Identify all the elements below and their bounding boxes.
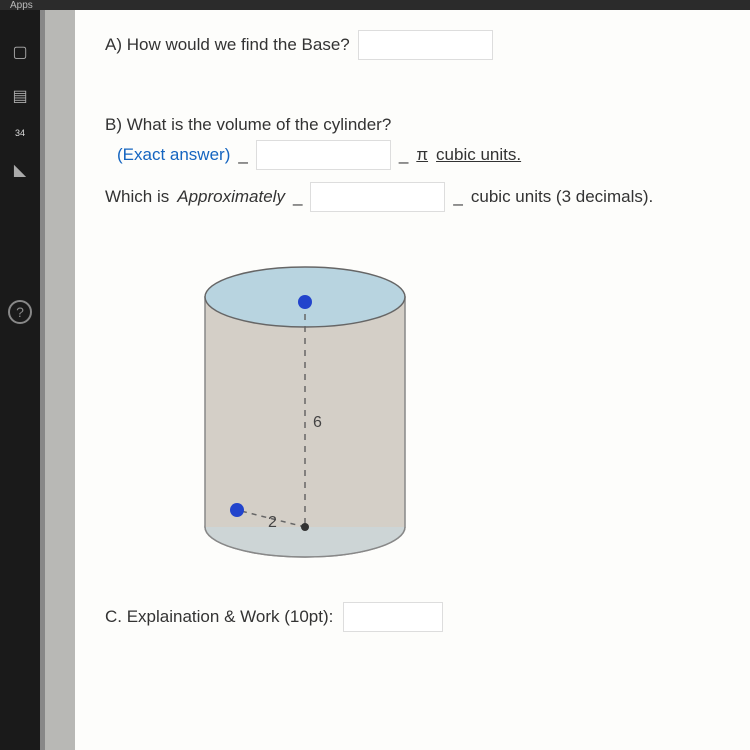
- sidebar-icon-2[interactable]: ▤: [8, 84, 32, 108]
- cylinder-diagram: 6 2: [165, 237, 720, 582]
- question-b-row: B) What is the volume of the cylinder?: [105, 115, 720, 135]
- exact-answer-label: (Exact answer): [117, 145, 230, 165]
- question-a-row: A) How would we find the Base?: [105, 30, 720, 60]
- question-a-text: A) How would we find the Base?: [105, 35, 350, 55]
- question-c-text: C. Explaination & Work (10pt):: [105, 607, 333, 627]
- approx-label: Approximately: [177, 187, 285, 207]
- help-icon[interactable]: ?: [8, 300, 32, 324]
- sidebar-badge: 34: [15, 128, 25, 138]
- cubic-units-1: cubic units.: [436, 145, 521, 165]
- approx-answer-row: Which is Approximately _ _ cubic units (…: [105, 182, 720, 212]
- sidebar-icon-1[interactable]: ▢: [8, 40, 32, 64]
- pi-symbol: π: [416, 145, 428, 165]
- content-wrapper: A) How would we find the Base? B) What i…: [45, 10, 750, 750]
- exact-answer-row: (Exact answer) _ _ π cubic units.: [105, 140, 720, 170]
- exact-answer-input[interactable]: [256, 140, 391, 170]
- question-a-input[interactable]: [358, 30, 493, 60]
- radius-label: 2: [268, 514, 277, 531]
- approx-prefix: Which is: [105, 187, 169, 207]
- question-c-input[interactable]: [343, 602, 443, 632]
- approx-answer-input[interactable]: [310, 182, 445, 212]
- content-area: A) How would we find the Base? B) What i…: [75, 10, 750, 750]
- apps-label: Apps: [10, 0, 33, 11]
- cylinder-svg: 6 2: [165, 237, 445, 577]
- height-label: 6: [313, 414, 322, 431]
- question-b-text: B) What is the volume of the cylinder?: [105, 115, 391, 135]
- sidebar-icon-3[interactable]: ◣: [8, 158, 32, 182]
- left-sidebar: ▢ ▤ 34 ◣: [0, 10, 40, 750]
- approx-suffix: cubic units (3 decimals).: [471, 187, 653, 207]
- browser-toolbar: Apps: [0, 0, 750, 10]
- question-c-row: C. Explaination & Work (10pt):: [105, 602, 720, 632]
